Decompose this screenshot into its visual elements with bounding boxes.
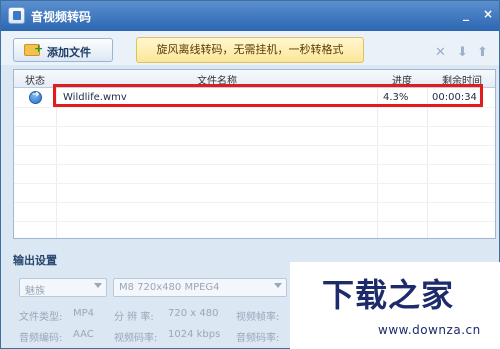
add-file-button[interactable]: 添加文件 bbox=[13, 38, 113, 62]
preset-value: 魅族 bbox=[25, 286, 45, 297]
title-bar: 音视频转码 _ × bbox=[1, 1, 499, 31]
output-settings-title: 输出设置 bbox=[13, 254, 57, 267]
grid-lines bbox=[14, 88, 495, 238]
play-arrow-icon bbox=[29, 90, 42, 104]
toolbar: 添加文件 旋风离线转码，无需挂机，一秒转格式 ✕ ⬇ ⬆ bbox=[1, 31, 499, 65]
resolution-label: 分 辨 率: bbox=[114, 312, 154, 323]
watermark-logo: 下载之家 bbox=[322, 276, 455, 314]
audio-codec-label: 音频编码: bbox=[19, 333, 63, 344]
preset-select[interactable]: 魅族 bbox=[19, 278, 107, 297]
move-down-icon[interactable]: ⬇ bbox=[457, 45, 468, 60]
format-value: M8 720x480 MPEG4 bbox=[119, 282, 220, 293]
video-fps-label: 视频帧率: bbox=[236, 312, 280, 323]
column-header-status[interactable]: 状态 bbox=[14, 72, 56, 87]
app-icon bbox=[8, 7, 25, 24]
delete-icon[interactable]: ✕ bbox=[435, 45, 446, 60]
folder-add-icon bbox=[24, 42, 43, 56]
video-bitrate-label: 视频码率: bbox=[114, 333, 158, 344]
format-select[interactable]: M8 720x480 MPEG4 bbox=[113, 278, 287, 297]
highlight-box bbox=[53, 84, 483, 107]
resolution-value: 720 x 480 bbox=[168, 308, 219, 319]
minimize-button[interactable]: _ bbox=[457, 7, 475, 23]
window-title: 音视频转码 bbox=[31, 10, 92, 24]
file-type-value: MP4 bbox=[73, 308, 95, 319]
watermark-url: www.downza.cn bbox=[378, 323, 481, 337]
audio-bitrate-label: 音频码率: bbox=[236, 333, 280, 344]
file-type-label: 文件类型: bbox=[19, 312, 63, 323]
chevron-down-icon bbox=[94, 283, 102, 288]
audio-codec-value: AAC bbox=[73, 329, 94, 340]
chevron-down-icon bbox=[274, 283, 282, 288]
move-up-icon[interactable]: ⬆ bbox=[477, 45, 488, 60]
promo-banner[interactable]: 旋风离线转码，无需挂机，一秒转格式 bbox=[136, 37, 364, 63]
add-file-label: 添加文件 bbox=[47, 46, 91, 59]
close-button[interactable]: × bbox=[479, 7, 497, 23]
video-bitrate-value: 1024 kbps bbox=[168, 329, 221, 340]
